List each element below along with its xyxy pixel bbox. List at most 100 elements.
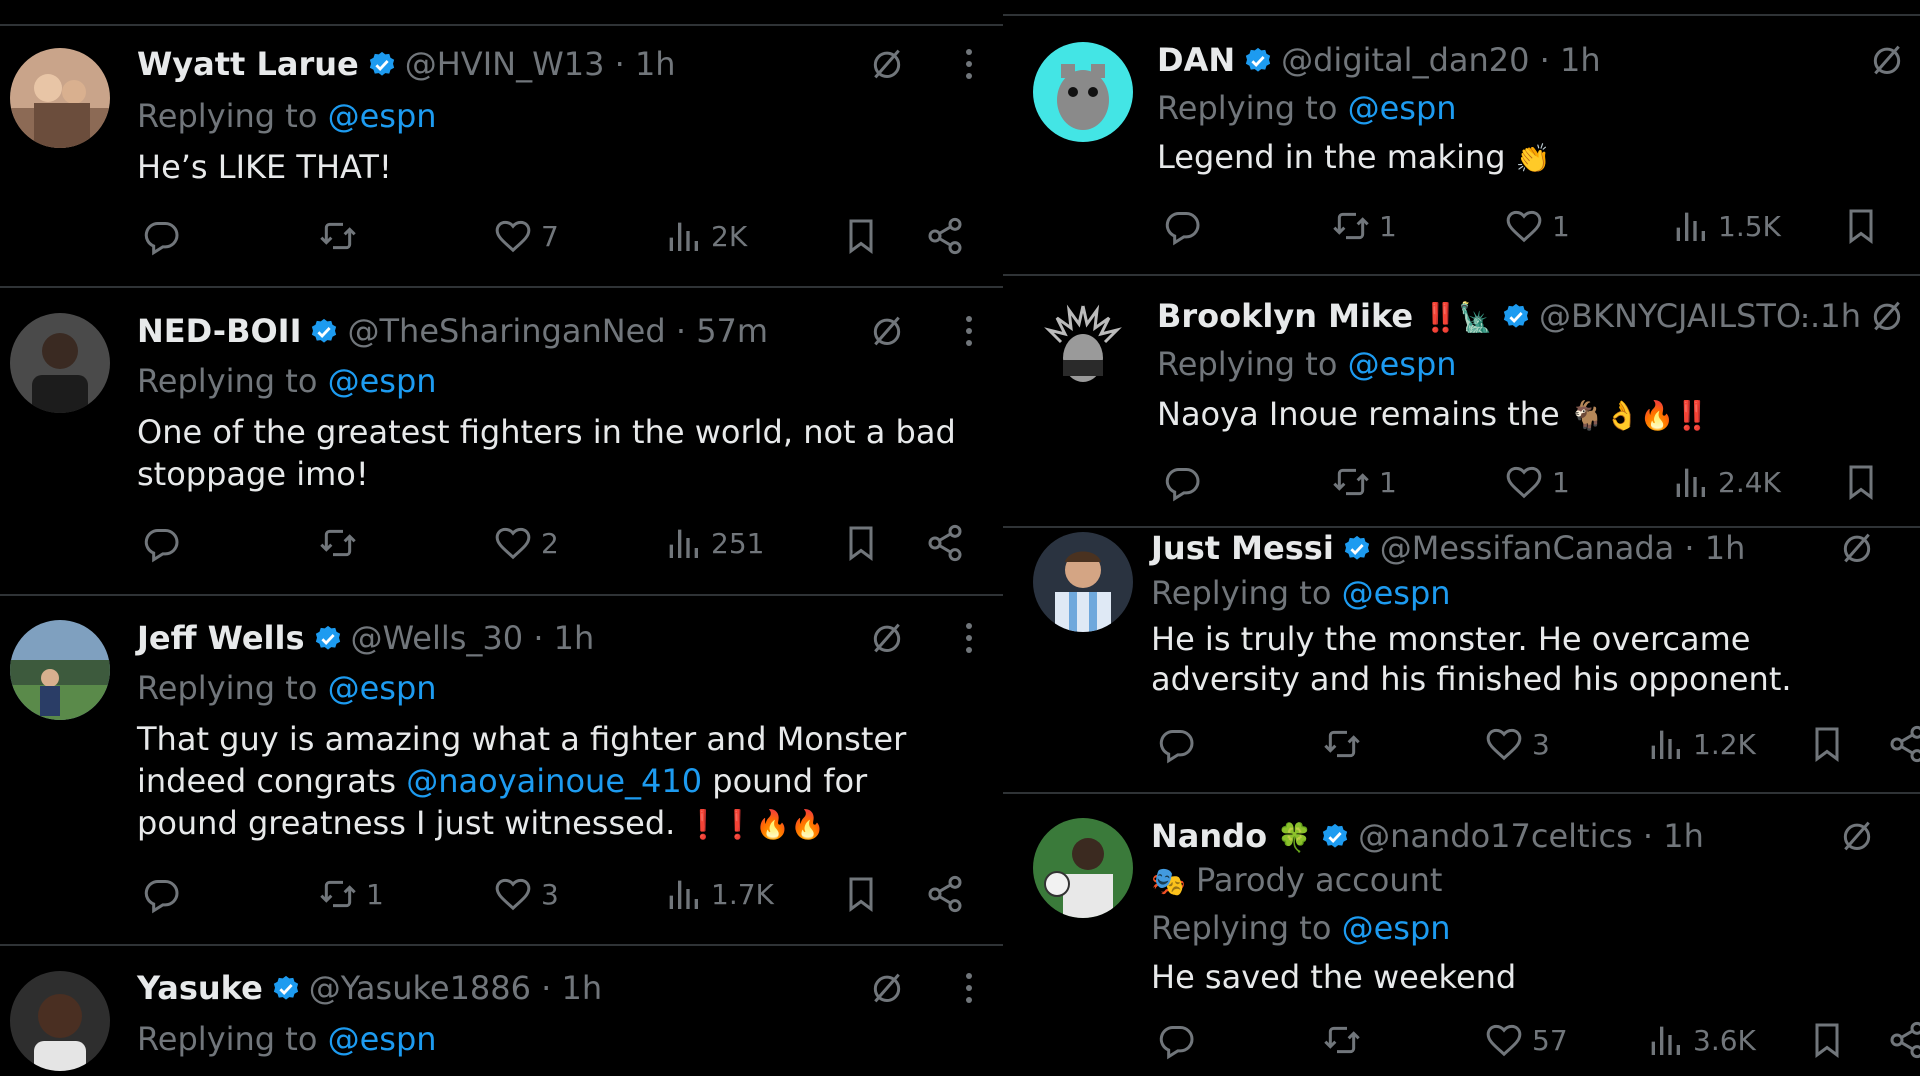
- views-button[interactable]: 1.2K: [1645, 722, 1756, 766]
- views-button[interactable]: 1.5K: [1670, 204, 1781, 248]
- reply-tweet[interactable]: Just Messi @MessifanCanada · 1h Replying …: [1003, 528, 1920, 792]
- reply-button[interactable]: [1157, 722, 1197, 766]
- grok-icon[interactable]: [867, 618, 907, 658]
- reply-tweet[interactable]: Jeff Wells @Wells_30 · 1h Replying to @es…: [0, 596, 1003, 944]
- avatar[interactable]: [10, 313, 110, 413]
- reply-tweet[interactable]: NED-BOII @TheSharinganNed · 57m Replying …: [0, 288, 1003, 594]
- grok-icon[interactable]: [1837, 528, 1877, 568]
- timestamp[interactable]: · 1h: [1540, 41, 1601, 79]
- avatar[interactable]: [1033, 300, 1133, 400]
- mention-link[interactable]: @espn: [1348, 345, 1457, 383]
- grok-icon[interactable]: [867, 44, 907, 84]
- user-handle[interactable]: @MessifanCanada: [1380, 529, 1674, 567]
- bookmark-button[interactable]: [841, 521, 881, 565]
- avatar[interactable]: [10, 48, 110, 148]
- views-button[interactable]: 3.6K: [1645, 1018, 1756, 1062]
- mention-link[interactable]: @naoyainoue_410: [406, 762, 702, 800]
- bookmark-button[interactable]: [1841, 460, 1881, 504]
- retweet-button[interactable]: [1322, 1018, 1362, 1062]
- user-handle[interactable]: @Wells_30: [351, 619, 524, 657]
- timestamp[interactable]: · 1h: [1800, 296, 1861, 336]
- retweet-button[interactable]: 1: [1331, 204, 1397, 248]
- share-button[interactable]: [1887, 1018, 1920, 1062]
- avatar[interactable]: [1033, 532, 1133, 632]
- like-button[interactable]: 3: [1484, 722, 1550, 766]
- more-icon[interactable]: [964, 970, 974, 1006]
- views-button[interactable]: 251: [663, 521, 764, 565]
- views-button[interactable]: 2.4K: [1670, 460, 1781, 504]
- share-button[interactable]: [925, 214, 965, 258]
- bookmark-button[interactable]: [1807, 722, 1847, 766]
- retweet-button[interactable]: [1322, 722, 1362, 766]
- mention-link[interactable]: @espn: [328, 669, 437, 707]
- user-handle[interactable]: @BKNYCJAILSTO...: [1539, 297, 1830, 335]
- retweet-button[interactable]: 1: [1331, 460, 1397, 504]
- reply-button[interactable]: [142, 521, 182, 565]
- retweet-button[interactable]: [318, 214, 358, 258]
- display-name[interactable]: NED-BOII: [137, 312, 301, 350]
- avatar[interactable]: [1033, 42, 1133, 142]
- timestamp[interactable]: · 1h: [541, 969, 602, 1007]
- timestamp[interactable]: · 1h: [533, 619, 594, 657]
- grok-icon[interactable]: [867, 311, 907, 351]
- views-button[interactable]: 1.7K: [663, 872, 774, 916]
- user-handle[interactable]: @HVIN_W13: [405, 45, 605, 83]
- reply-tweet[interactable]: Yasuke @Yasuke1886 · 1h Replying to @espn: [0, 946, 1003, 1076]
- user-handle[interactable]: @TheSharinganNed: [347, 312, 665, 350]
- grok-icon[interactable]: [1867, 40, 1907, 80]
- retweet-button[interactable]: [318, 521, 358, 565]
- grok-icon[interactable]: [1837, 816, 1877, 856]
- reply-button[interactable]: [1163, 460, 1203, 504]
- views-button[interactable]: 2K: [663, 214, 747, 258]
- bookmark-button[interactable]: [1841, 204, 1881, 248]
- mention-link[interactable]: @espn: [328, 97, 437, 135]
- user-handle[interactable]: @nando17celtics: [1358, 817, 1633, 855]
- reply-tweet[interactable]: DAN @digital_dan20 · 1h Replying to @espn…: [1003, 16, 1920, 274]
- mention-link[interactable]: @espn: [1342, 574, 1451, 612]
- display-name[interactable]: Just Messi: [1151, 529, 1334, 567]
- like-button[interactable]: 1: [1504, 204, 1570, 248]
- bookmark-button[interactable]: [841, 872, 881, 916]
- reply-tweet[interactable]: Nando 🍀 @nando17celtics · 1h 🎭 Parody acc…: [1003, 794, 1920, 1076]
- mention-link[interactable]: @espn: [1342, 909, 1451, 947]
- like-button[interactable]: 1: [1504, 460, 1570, 504]
- like-button[interactable]: 57: [1484, 1018, 1568, 1062]
- display-name[interactable]: Nando: [1151, 817, 1267, 855]
- like-button[interactable]: 2: [493, 521, 559, 565]
- user-handle[interactable]: @Yasuke1886: [309, 969, 531, 1007]
- mention-link[interactable]: @espn: [328, 1020, 437, 1058]
- reply-button[interactable]: [142, 214, 182, 258]
- reply-tweet[interactable]: Brooklyn Mike ‼️🗽 @BKNYCJAILSTO... · 1h R…: [1003, 276, 1920, 526]
- reply-button[interactable]: [142, 872, 182, 916]
- bookmark-button[interactable]: [841, 214, 881, 258]
- share-button[interactable]: [1887, 722, 1920, 766]
- bookmark-button[interactable]: [1807, 1018, 1847, 1062]
- more-icon[interactable]: [964, 313, 974, 349]
- reply-button[interactable]: [1157, 1018, 1197, 1062]
- reply-button[interactable]: [1163, 204, 1203, 248]
- more-icon[interactable]: [964, 620, 974, 656]
- display-name[interactable]: Wyatt Larue: [137, 45, 359, 83]
- mention-link[interactable]: @espn: [1348, 89, 1457, 127]
- timestamp[interactable]: · 1h: [615, 45, 676, 83]
- share-button[interactable]: [925, 872, 965, 916]
- retweet-button[interactable]: 1: [318, 872, 384, 916]
- display-name[interactable]: Jeff Wells: [137, 619, 305, 657]
- like-button[interactable]: 3: [493, 872, 559, 916]
- avatar[interactable]: [1033, 818, 1133, 918]
- reply-tweet[interactable]: Wyatt Larue @HVIN_W13 · 1h Replying to @e…: [0, 28, 1003, 286]
- share-button[interactable]: [925, 521, 965, 565]
- avatar[interactable]: [10, 620, 110, 720]
- timestamp[interactable]: · 57m: [676, 312, 768, 350]
- timestamp[interactable]: · 1h: [1684, 529, 1745, 567]
- timestamp[interactable]: · 1h: [1643, 817, 1704, 855]
- display-name[interactable]: DAN: [1157, 41, 1235, 79]
- display-name[interactable]: Yasuke: [137, 969, 263, 1007]
- avatar[interactable]: [10, 971, 110, 1071]
- more-icon[interactable]: [964, 46, 974, 82]
- mention-link[interactable]: @espn: [328, 362, 437, 400]
- display-name[interactable]: Brooklyn Mike: [1157, 297, 1413, 335]
- like-button[interactable]: 7: [493, 214, 559, 258]
- user-handle[interactable]: @digital_dan20: [1281, 41, 1529, 79]
- grok-icon[interactable]: [1867, 296, 1907, 336]
